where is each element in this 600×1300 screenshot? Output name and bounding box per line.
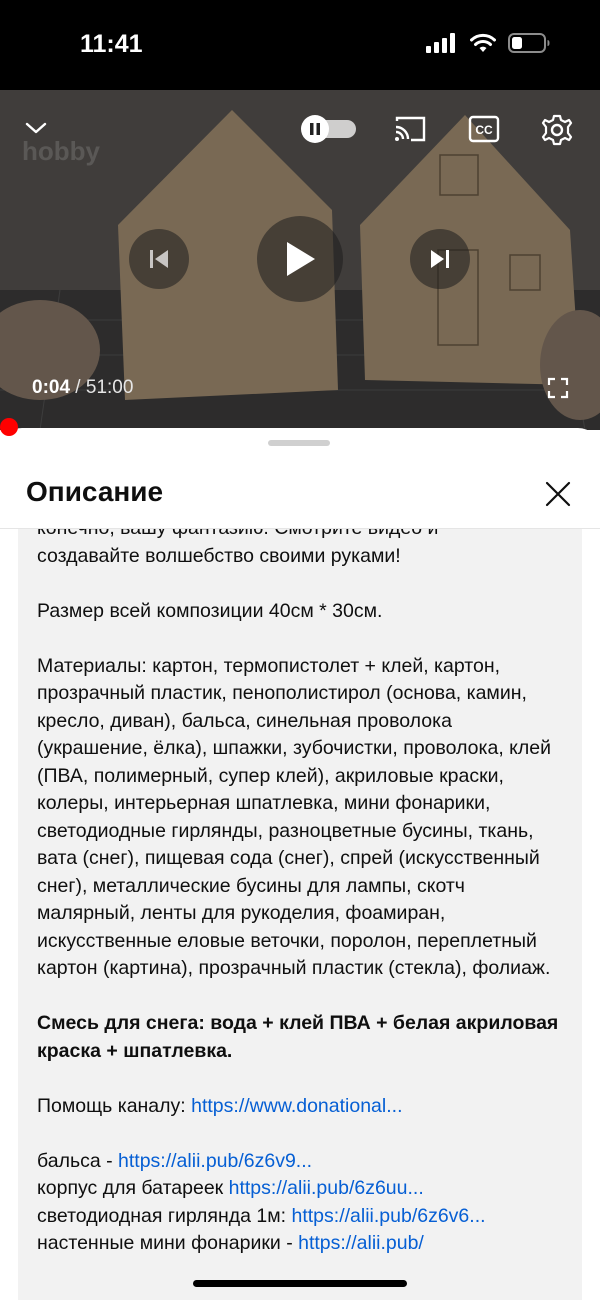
help-line: Помощь каналу: https://www.donational... bbox=[37, 1093, 567, 1121]
desc-paragraph: Материалы: картон, термопистолет + клей,… bbox=[37, 654, 552, 980]
fullscreen-button[interactable] bbox=[542, 372, 574, 404]
status-icons bbox=[426, 33, 550, 53]
chevron-down-icon bbox=[25, 122, 47, 134]
link-url[interactable]: https://alii.pub/6z6v6... bbox=[292, 1205, 486, 1227]
progress-scrubber[interactable] bbox=[0, 418, 18, 436]
desc-paragraph-bold: Смесь для снега: вода + клей ПВА + белая… bbox=[37, 1012, 559, 1062]
signal-icon bbox=[426, 33, 455, 53]
link-url[interactable]: https://alii.pub/ bbox=[298, 1232, 424, 1254]
time-total: 51:00 bbox=[85, 377, 134, 398]
desc-paragraph: создавайте волшебство своими руками! bbox=[37, 544, 401, 567]
list-item: корпус для батареек https://alii.pub/6z6… bbox=[37, 1175, 567, 1203]
cc-icon: CC bbox=[468, 115, 500, 143]
next-button[interactable] bbox=[410, 229, 470, 289]
battery-icon bbox=[508, 33, 550, 53]
captions-button[interactable]: CC bbox=[466, 114, 502, 144]
time-current: 0:04 bbox=[32, 377, 71, 398]
time-separator: / bbox=[70, 377, 86, 398]
list-item: настенные мини фонарики - https://alii.p… bbox=[37, 1230, 567, 1258]
links-list: бальса - https://alii.pub/6z6v9... корпу… bbox=[37, 1148, 567, 1258]
list-item: светодиодная гирлянда 1м: https://alii.p… bbox=[37, 1203, 567, 1231]
link-label: светодиодная гирлянда 1м: bbox=[37, 1204, 292, 1227]
play-button[interactable] bbox=[257, 216, 343, 302]
help-label: Помощь каналу: bbox=[37, 1094, 192, 1117]
status-time: 11:41 bbox=[80, 30, 143, 58]
settings-button[interactable] bbox=[538, 112, 576, 148]
drag-handle[interactable] bbox=[268, 440, 330, 446]
partial-line: конечно, вашу фантазию. Смотрите видео и bbox=[37, 529, 567, 543]
close-icon bbox=[545, 481, 571, 507]
sheet-title: Описание bbox=[26, 476, 164, 507]
description-box: конечно, вашу фантазию. Смотрите видео и… bbox=[18, 529, 582, 1300]
link-url[interactable]: https://alii.pub/6z6v9... bbox=[118, 1150, 312, 1172]
previous-icon bbox=[150, 250, 168, 268]
close-button[interactable] bbox=[538, 474, 578, 514]
gear-icon bbox=[541, 114, 573, 146]
cast-button[interactable] bbox=[392, 112, 428, 146]
minimize-button[interactable] bbox=[18, 112, 54, 144]
svg-text:CC: CC bbox=[475, 123, 493, 137]
home-indicator[interactable] bbox=[193, 1280, 407, 1287]
desc-paragraph: Размер всей композиции 40см * 30см. bbox=[37, 599, 383, 622]
previous-button[interactable] bbox=[129, 229, 189, 289]
description-text: конечно, вашу фантазию. Смотрите видео и… bbox=[37, 529, 567, 1258]
fullscreen-icon bbox=[547, 377, 569, 399]
link-label: настенные мини фонарики - bbox=[37, 1232, 299, 1254]
next-icon bbox=[431, 250, 449, 268]
play-icon bbox=[287, 242, 315, 276]
description-sheet: Описание конечно, вашу фантазию. Смотрит… bbox=[0, 428, 600, 1300]
autoplay-toggle[interactable] bbox=[298, 114, 358, 144]
video-player[interactable]: hobby CC 0:04 / 51:00 bbox=[0, 90, 600, 430]
autoplay-toggle-icon bbox=[301, 115, 356, 143]
link-label: бальса - bbox=[37, 1149, 119, 1172]
list-item: бальса - https://alii.pub/6z6v9... bbox=[37, 1148, 567, 1176]
status-bar: 11:41 bbox=[0, 0, 600, 90]
link-label: корпус для батареек bbox=[37, 1177, 229, 1199]
time-readout: 0:04 / 51:00 bbox=[32, 377, 133, 399]
cast-icon bbox=[395, 116, 426, 142]
help-link[interactable]: https://www.donational... bbox=[191, 1095, 402, 1117]
link-url[interactable]: https://alii.pub/6z6uu... bbox=[229, 1177, 424, 1199]
wifi-icon bbox=[470, 33, 496, 52]
